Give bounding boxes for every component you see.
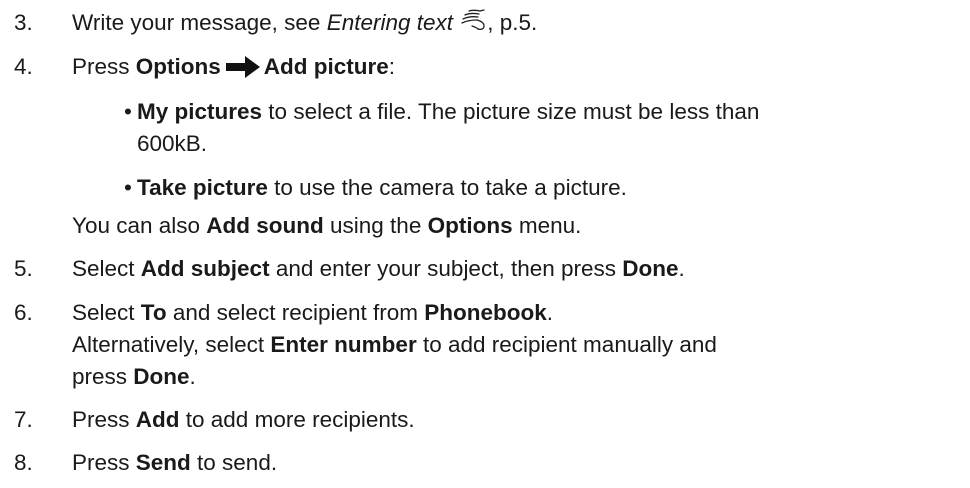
bullet-symbol: • bbox=[124, 99, 132, 124]
step-text: Select To and select recipient from Phon… bbox=[72, 300, 554, 325]
step-text: Press Add to add more recipients. bbox=[72, 407, 415, 432]
step-number: 6. bbox=[14, 300, 33, 325]
step-text: Press Send to send. bbox=[72, 450, 278, 475]
step-number: 4. bbox=[14, 54, 33, 79]
bullet-text: My pictures to select a file. The pictur… bbox=[137, 99, 760, 124]
right-arrow-icon bbox=[225, 56, 260, 86]
step-number: 3. bbox=[14, 10, 33, 35]
bullet-text-cont: 600kB. bbox=[137, 131, 208, 156]
hand-pointing-icon bbox=[460, 9, 486, 41]
bullet-symbol: • bbox=[124, 175, 132, 200]
step-text: Alternatively, select Enter number to ad… bbox=[72, 332, 717, 357]
manual-page: 3. Write your message, see Entering text… bbox=[0, 0, 970, 488]
step-text: Press Options Add picture: bbox=[72, 52, 395, 86]
bullet-text: Take picture to use the camera to take a… bbox=[137, 175, 627, 200]
step-number: 5. bbox=[14, 256, 33, 281]
step-text: Select Add subject and enter your subjec… bbox=[72, 256, 685, 281]
step-text: press Done. bbox=[72, 364, 196, 389]
step-number: 8. bbox=[14, 450, 33, 475]
step-text: Write your message, see Entering text , … bbox=[72, 8, 537, 41]
step-number: 7. bbox=[14, 407, 33, 432]
note-text: You can also Add sound using the Options… bbox=[72, 213, 582, 238]
